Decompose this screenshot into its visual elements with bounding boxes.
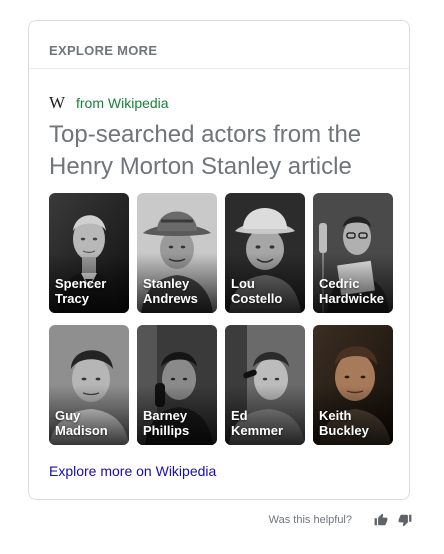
feedback-question: Was this helpful?: [268, 514, 352, 526]
actor-tile-guy-madison[interactable]: Guy Madison: [49, 325, 129, 445]
wikipedia-w-icon: W: [49, 93, 66, 112]
explore-more-wikipedia-link[interactable]: Explore more on Wikipedia: [49, 463, 216, 479]
source-label[interactable]: from Wikipedia: [76, 95, 169, 111]
card-headline: Top-searched actors from the Henry Morto…: [49, 121, 362, 180]
feedback-bar: Was this helpful?: [269, 513, 412, 527]
thumbs-down-icon[interactable]: [398, 513, 412, 527]
actor-name: Barney Phillips: [143, 408, 190, 438]
actor-tile-ed-kemmer[interactable]: Ed Kemmer: [225, 325, 305, 445]
actor-tile-spencer-tracy[interactable]: Spencer Tracy: [49, 193, 129, 313]
actor-name: Cedric Hardwicke: [319, 276, 385, 306]
card-header: EXPLORE MORE: [29, 21, 409, 69]
actor-tile-barney-phillips[interactable]: Barney Phillips: [137, 325, 217, 445]
actor-tile-keith-buckley[interactable]: Keith Buckley: [313, 325, 393, 445]
explore-more-card: EXPLORE MORE W from Wikipedia Top-search…: [28, 20, 410, 500]
actor-tile-stanley-andrews[interactable]: Stanley Andrews: [137, 193, 217, 313]
actor-name: Lou Costello: [231, 276, 283, 306]
card-title: EXPLORE MORE: [49, 43, 158, 58]
actor-name: Stanley Andrews: [143, 276, 198, 306]
actor-name: Guy Madison: [55, 408, 108, 438]
actor-name: Ed Kemmer: [231, 408, 284, 438]
actor-tile-lou-costello[interactable]: Lou Costello: [225, 193, 305, 313]
source-attribution[interactable]: W from Wikipedia: [49, 93, 169, 113]
thumbs-up-icon[interactable]: [374, 513, 388, 527]
actor-name: Spencer Tracy: [55, 276, 107, 306]
actor-tile-cedric-hardwicke[interactable]: Cedric Hardwicke: [313, 193, 393, 313]
actor-name: Keith Buckley: [319, 408, 369, 438]
